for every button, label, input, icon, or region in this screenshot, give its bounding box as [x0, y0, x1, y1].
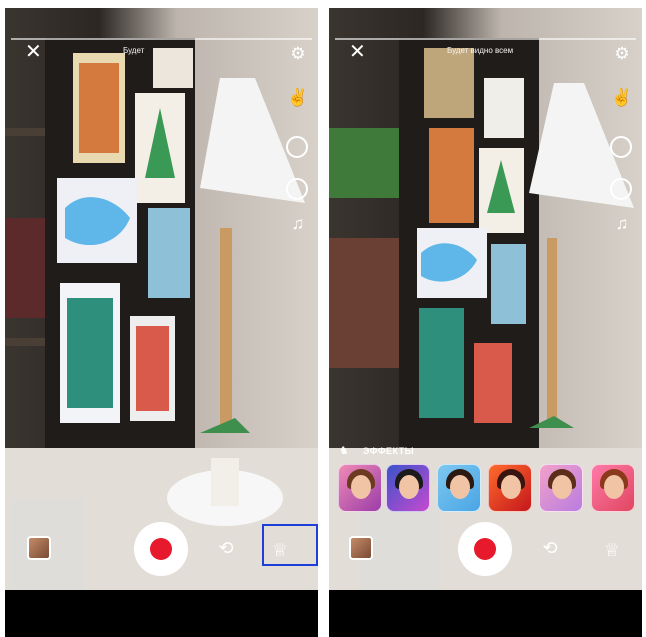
timer-icon[interactable] [610, 136, 632, 158]
switch-camera-icon[interactable]: ⟲ [538, 538, 562, 559]
effects-title: ЭФФЕКТЫ [363, 446, 415, 456]
music-icon[interactable]: ♫ [610, 214, 634, 234]
effect-item[interactable] [591, 464, 635, 512]
bottom-bar [5, 590, 318, 637]
effect-item[interactable] [539, 464, 583, 512]
effects-icon[interactable]: ♕ [600, 540, 624, 561]
progress-bar [335, 38, 636, 40]
speed-icon[interactable] [286, 178, 308, 200]
effect-item[interactable] [437, 464, 481, 512]
bunny-icon: ♞ [339, 445, 349, 457]
gallery-thumbnail[interactable] [27, 536, 51, 560]
camera-preview [5, 8, 318, 590]
effect-item[interactable] [386, 464, 430, 512]
gesture-icon[interactable]: ✌ [286, 88, 310, 108]
effects-header: ♞ [339, 444, 349, 457]
visibility-label[interactable]: Будет [123, 46, 144, 55]
close-icon[interactable]: ✕ [25, 42, 42, 62]
bottom-bar [329, 590, 642, 637]
scene-illustration [5, 38, 318, 590]
camera-screen-right: ✕ Будет видно всем ⚙ ✌ ♫ ♞ ЭФФЕКТЫ ⟲ ♕ [329, 8, 642, 637]
settings-icon[interactable]: ⚙ [286, 44, 310, 64]
speed-icon[interactable] [610, 178, 632, 200]
record-button[interactable] [134, 522, 188, 576]
record-button[interactable] [458, 522, 512, 576]
settings-icon[interactable]: ⚙ [610, 44, 634, 64]
effects-button-highlight [262, 524, 318, 566]
switch-camera-icon[interactable]: ⟲ [214, 538, 238, 559]
gallery-thumbnail[interactable] [349, 536, 373, 560]
timer-icon[interactable] [286, 136, 308, 158]
close-icon[interactable]: ✕ [349, 42, 366, 62]
effect-item[interactable] [338, 464, 382, 512]
gesture-icon[interactable]: ✌ [610, 88, 634, 108]
progress-bar [11, 38, 312, 40]
effect-item[interactable] [488, 464, 532, 512]
visibility-label[interactable]: Будет видно всем [447, 46, 513, 55]
music-icon[interactable]: ♫ [286, 214, 310, 234]
